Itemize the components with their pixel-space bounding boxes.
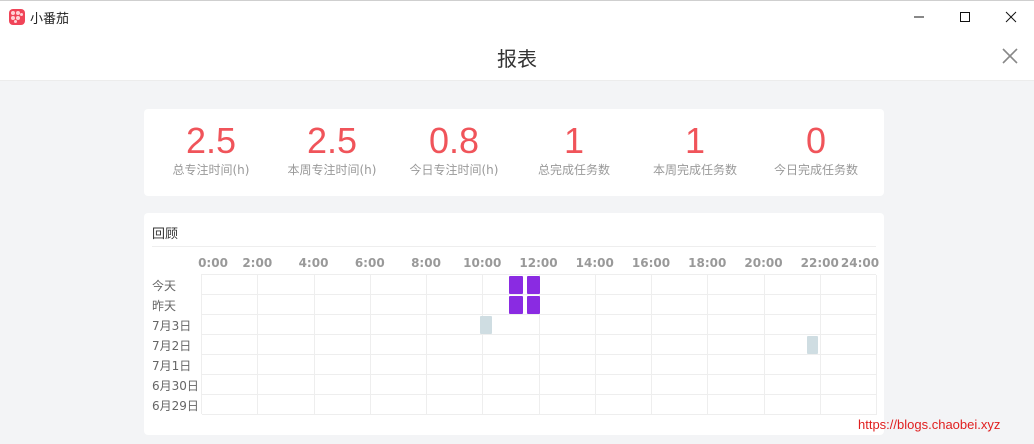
focus-session-block[interactable] bbox=[508, 296, 523, 314]
page-title: 报表 bbox=[497, 47, 537, 71]
focus-session-block[interactable] bbox=[526, 296, 540, 314]
stat-total-focus: 2.5 总专注时间(h) bbox=[151, 109, 271, 178]
hour-tick-label: 22:00 bbox=[800, 256, 839, 270]
hour-tick-label: 4:00 bbox=[298, 256, 329, 270]
stat-week-tasks: 1 本周完成任务数 bbox=[635, 109, 755, 178]
focus-session-block[interactable] bbox=[508, 276, 523, 294]
close-report-icon[interactable] bbox=[1000, 46, 1020, 66]
review-title: 回顾 bbox=[152, 227, 179, 242]
day-label: 昨天 bbox=[152, 299, 177, 313]
hour-tick-label: 12:00 bbox=[519, 256, 558, 270]
watermark-text: https://blogs.chaobei.xyz bbox=[858, 417, 1001, 432]
day-label: 7月3日 bbox=[152, 319, 192, 333]
hour-tick-label: 2:00 bbox=[242, 256, 273, 270]
hour-axis: 0:00 2:00 4:00 6:00 8:00 10:00 12:00 14:00 16:00… bbox=[144, 256, 884, 270]
stat-value: 1 bbox=[684, 120, 706, 161]
hour-tick-label: 24:00 bbox=[840, 256, 880, 270]
stat-label: 今日专注时间(h) bbox=[409, 163, 499, 177]
day-label: 6月29日 bbox=[152, 399, 199, 413]
stat-label: 总专注时间(h) bbox=[172, 163, 250, 177]
stat-label: 本周完成任务数 bbox=[652, 163, 737, 177]
grid-line bbox=[202, 394, 877, 395]
app-title: 小番茄 bbox=[30, 12, 70, 27]
day-label: 今天 bbox=[152, 279, 177, 293]
session-block[interactable] bbox=[480, 316, 492, 334]
close-icon bbox=[1005, 11, 1017, 23]
hour-tick-label: 20:00 bbox=[744, 256, 783, 270]
stat-week-focus: 2.5 本周专注时间(h) bbox=[272, 109, 392, 178]
day-label: 7月1日 bbox=[152, 359, 192, 373]
hour-tick-label: 10:00 bbox=[463, 256, 502, 270]
grid-line bbox=[202, 374, 877, 375]
stat-label: 今日完成任务数 bbox=[773, 163, 858, 177]
review-card: 回顾 0:00 2:00 4:00 6:00 8:00 10:00 12:00 14:00 16… bbox=[144, 213, 884, 435]
window-titlebar: 小番茄 bbox=[0, 0, 1034, 32]
focus-session-block[interactable] bbox=[526, 276, 540, 294]
maximize-button[interactable] bbox=[942, 1, 988, 33]
stat-today-focus: 0.8 今日专注时间(h) bbox=[394, 109, 514, 178]
grid-line bbox=[202, 414, 877, 415]
grid-line bbox=[202, 294, 877, 295]
stat-value: 1 bbox=[563, 120, 585, 161]
day-label: 7月2日 bbox=[152, 339, 192, 353]
divider bbox=[152, 246, 876, 247]
report-header: 报表 bbox=[0, 32, 1034, 81]
grid-line bbox=[202, 354, 877, 355]
stat-value: 0.8 bbox=[428, 120, 480, 161]
hour-tick-label: 14:00 bbox=[575, 256, 614, 270]
stat-value: 2.5 bbox=[185, 120, 237, 161]
tomato-app-icon bbox=[9, 9, 25, 25]
day-label: 6月30日 bbox=[152, 379, 199, 393]
stat-total-tasks: 1 总完成任务数 bbox=[514, 109, 634, 178]
hour-tick-label: 18:00 bbox=[688, 256, 727, 270]
stat-value: 0 bbox=[805, 120, 827, 161]
hour-tick-label: 8:00 bbox=[411, 256, 441, 270]
hour-tick-label: 16:00 bbox=[631, 256, 671, 270]
minimize-button[interactable] bbox=[896, 1, 942, 33]
timeline-grid bbox=[201, 274, 877, 415]
grid-line bbox=[202, 334, 877, 335]
stats-card: 2.5 总专注时间(h) 2.5 本周专注时间(h) 0.8 今日专注时间(h)… bbox=[144, 109, 884, 196]
stat-today-tasks: 0 今日完成任务数 bbox=[756, 109, 876, 178]
grid-line bbox=[202, 314, 877, 315]
session-block[interactable] bbox=[806, 336, 818, 354]
minimize-icon bbox=[914, 16, 924, 18]
hour-tick-label: 0:00 bbox=[198, 256, 228, 270]
window-close-button[interactable] bbox=[988, 1, 1034, 33]
hour-tick-label: 6:00 bbox=[354, 256, 385, 270]
stat-value: 2.5 bbox=[306, 120, 358, 161]
stat-label: 本周专注时间(h) bbox=[287, 163, 377, 177]
stat-label: 总完成任务数 bbox=[537, 163, 610, 177]
maximize-icon bbox=[960, 12, 970, 22]
